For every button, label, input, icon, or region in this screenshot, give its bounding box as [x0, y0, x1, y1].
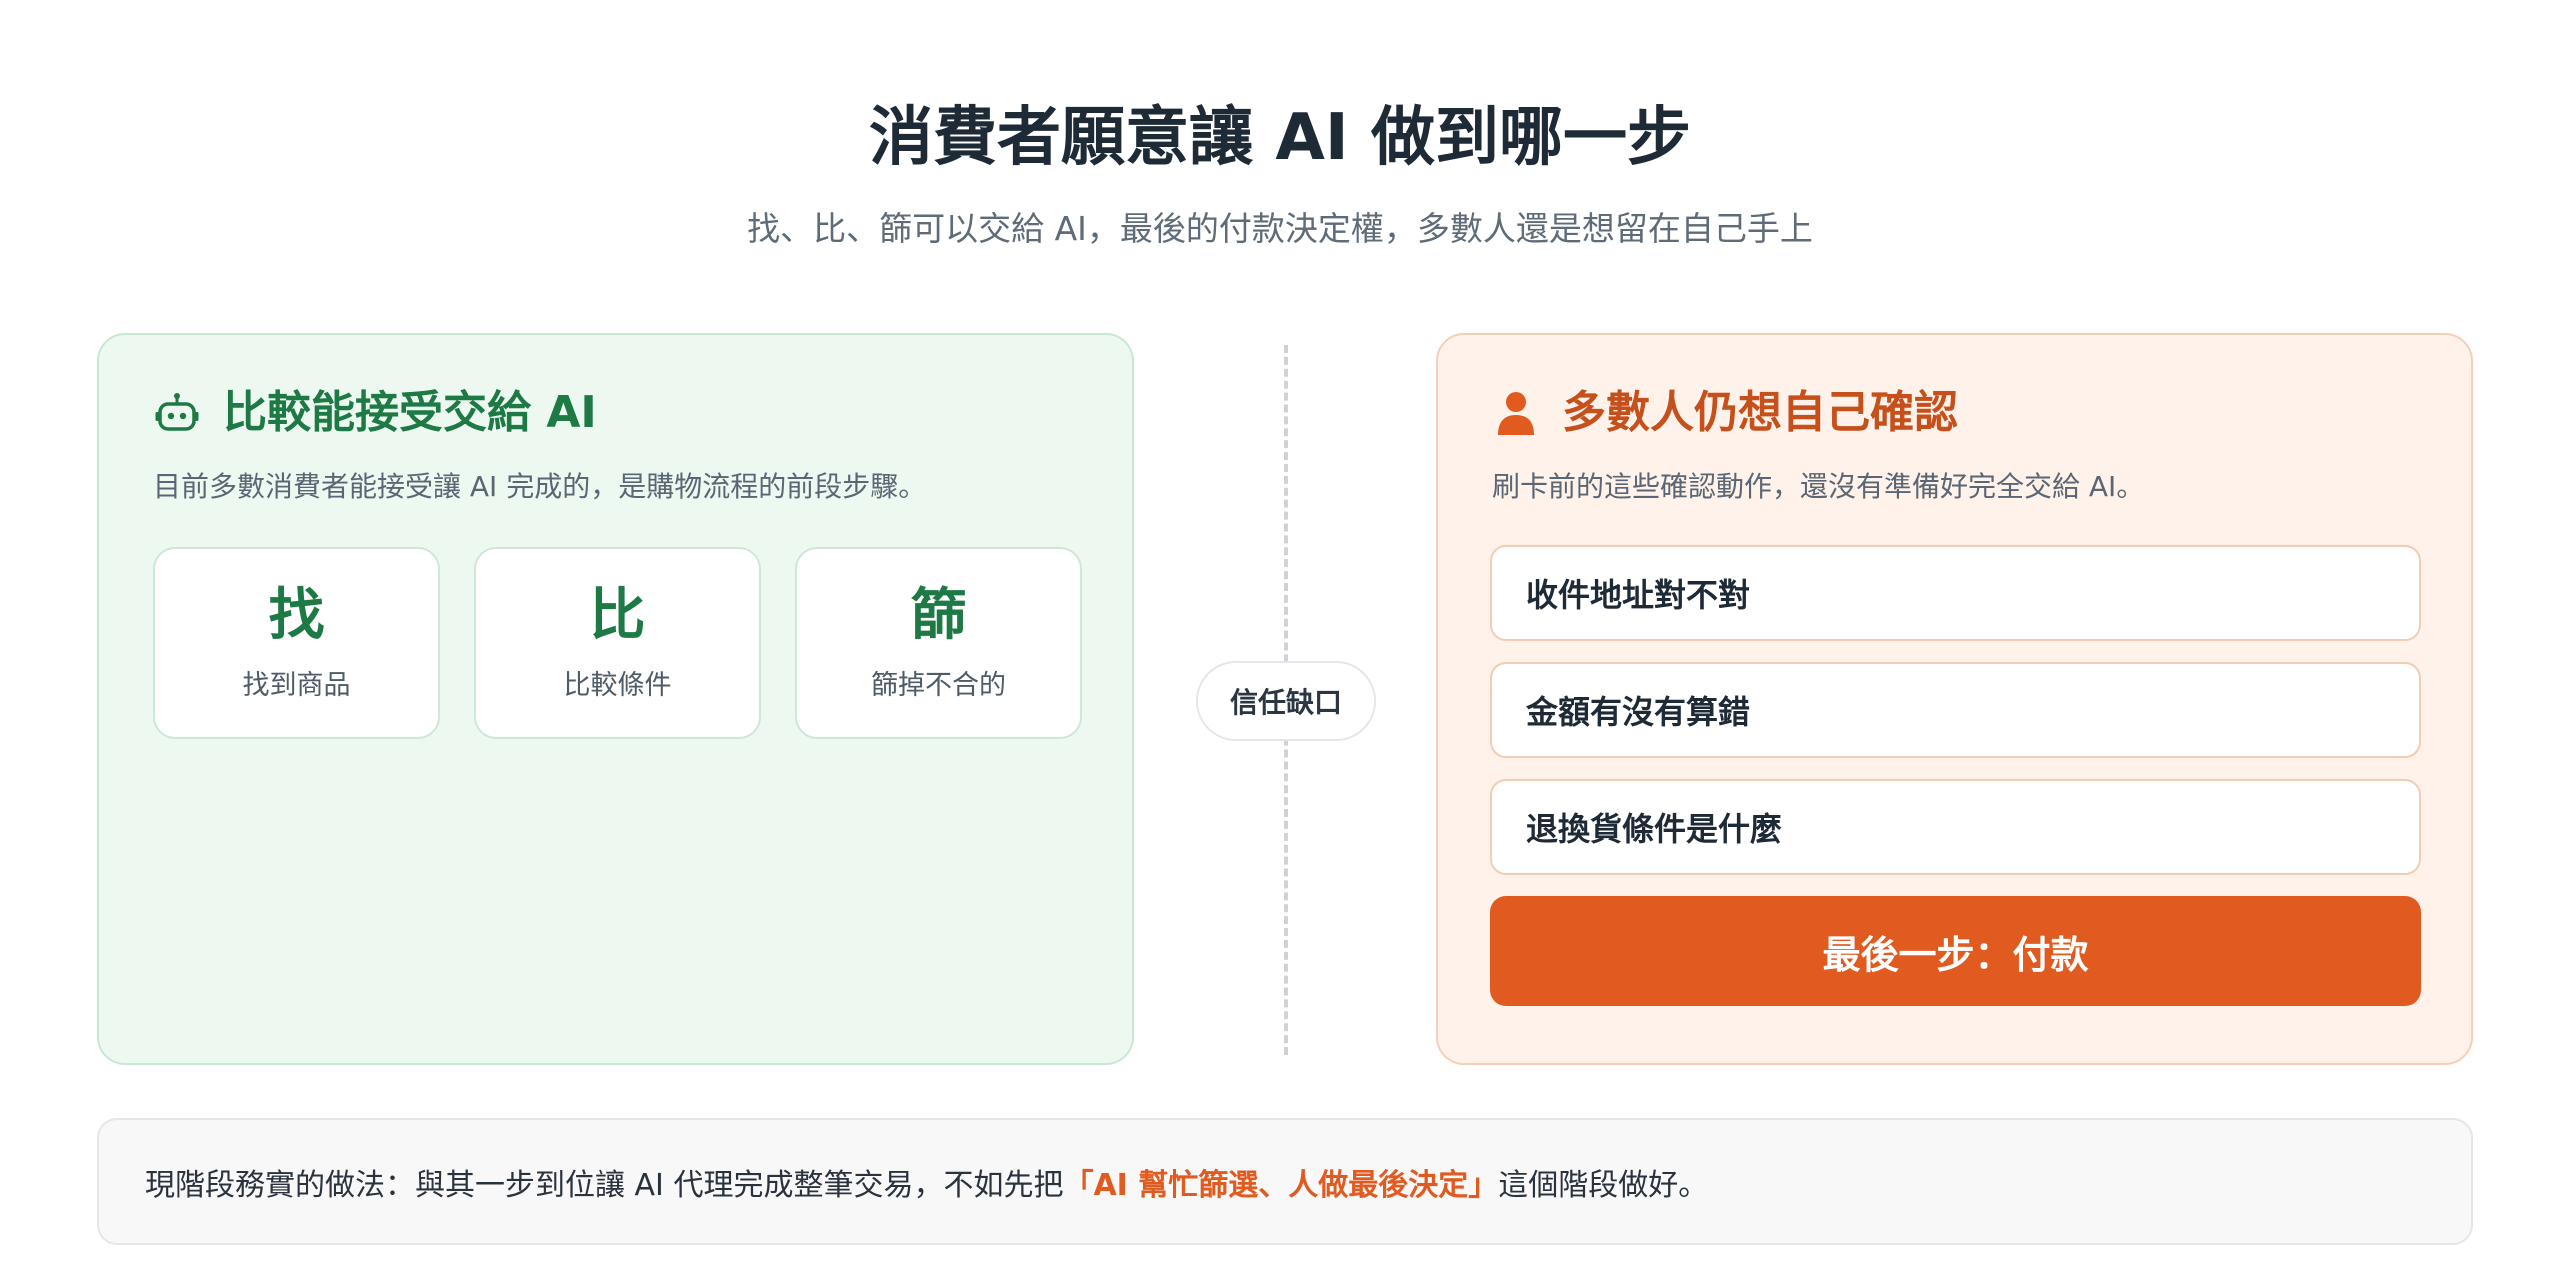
- step-label: 比較條件: [563, 669, 672, 701]
- self-confirm-card-description: 刷卡前的這些確認動作，還沒有準備好完全交給 AI。: [1492, 470, 2145, 503]
- person-icon: [1492, 389, 1540, 437]
- trust-gap-badge: 信任缺口: [1196, 661, 1376, 741]
- ai-acceptable-card-header: 比較能接受交給 AI: [153, 387, 597, 440]
- check-item-return-policy: 退換貨條件是什麼: [1490, 779, 2421, 875]
- confirm-check-list: 收件地址對不對 金額有沒有算錯 退換貨條件是什麼 最後一步：付款: [1490, 545, 2421, 1006]
- ai-step-list: 找 找到商品 比 比較條件 篩 篩掉不合的: [153, 547, 1082, 739]
- step-label: 篩掉不合的: [871, 669, 1006, 701]
- footer-text-suffix: 這個階段做好。: [1498, 1167, 1709, 1203]
- final-payment-step: 最後一步：付款: [1490, 896, 2421, 1006]
- step-label: 找到商品: [242, 669, 351, 701]
- self-confirm-card: 多數人仍想自己確認 刷卡前的這些確認動作，還沒有準備好完全交給 AI。 收件地址…: [1436, 333, 2473, 1065]
- self-confirm-card-header: 多數人仍想自己確認: [1492, 387, 1958, 440]
- check-item-address: 收件地址對不對: [1490, 545, 2421, 641]
- step-card-filter: 篩 篩掉不合的: [795, 547, 1082, 739]
- step-card-compare: 比 比較條件: [474, 547, 761, 739]
- step-card-find: 找 找到商品: [153, 547, 440, 739]
- footer-note: 現階段務實的做法：與其一步到位讓 AI 代理完成整筆交易，不如先把 「AI 幫忙篩…: [97, 1118, 2473, 1245]
- ai-acceptable-card-title: 比較能接受交給 AI: [223, 387, 597, 438]
- step-char: 篩: [910, 583, 967, 649]
- robot-icon: [153, 389, 201, 437]
- footer-highlight: 「AI 幫忙篩選、人做最後決定」: [1063, 1167, 1499, 1203]
- ai-acceptable-card: 比較能接受交給 AI 目前多數消費者能接受讓 AI 完成的，是購物流程的前段步驟…: [97, 333, 1134, 1065]
- ai-acceptable-card-description: 目前多數消費者能接受讓 AI 完成的，是購物流程的前段步驟。: [153, 470, 927, 503]
- self-confirm-card-title: 多數人仍想自己確認: [1562, 387, 1958, 438]
- step-char: 比: [589, 583, 646, 649]
- page-subtitle: 找、比、篩可以交給 AI，最後的付款決定權，多數人還是想留在自己手上: [747, 209, 1813, 248]
- check-item-amount: 金額有沒有算錯: [1490, 662, 2421, 758]
- page-title: 消費者願意讓 AI 做到哪一步: [869, 101, 1691, 175]
- footer-text-prefix: 現階段務實的做法：與其一步到位讓 AI 代理完成整筆交易，不如先把: [145, 1167, 1064, 1203]
- step-char: 找: [268, 583, 325, 649]
